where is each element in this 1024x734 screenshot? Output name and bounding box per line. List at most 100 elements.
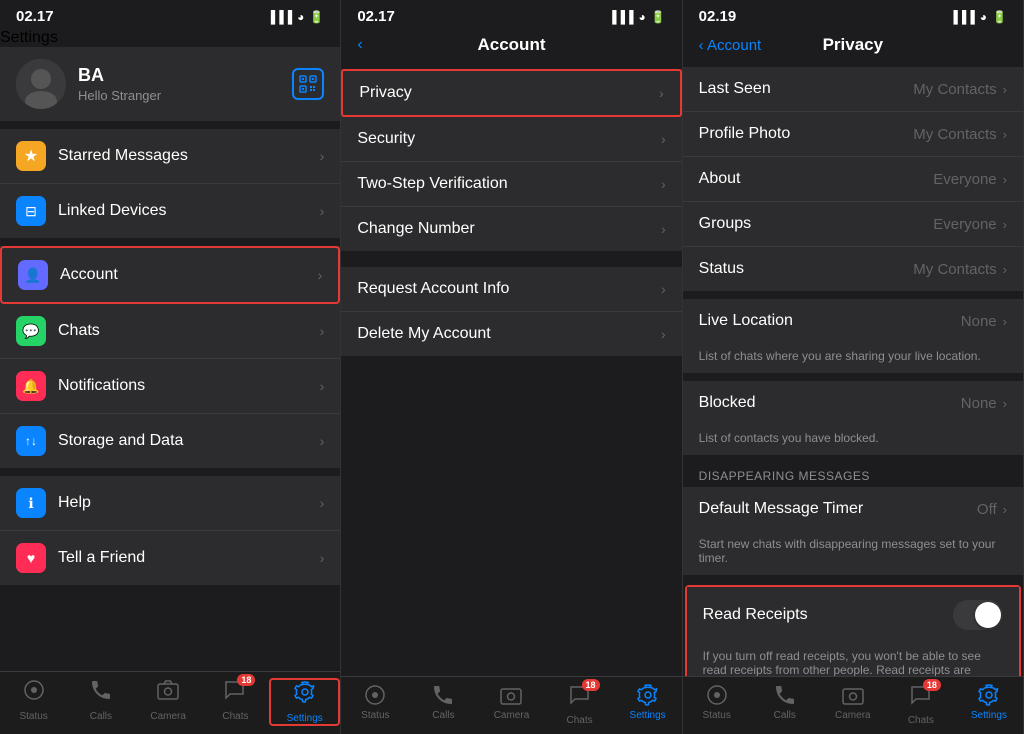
status-tab-icon (22, 678, 46, 708)
tell-friend-icon: ♥ (16, 543, 46, 573)
qr-icon[interactable] (292, 68, 324, 100)
privacy-item[interactable]: Privacy › (341, 69, 681, 117)
linked-devices-item[interactable]: ⊟ Linked Devices › (0, 184, 340, 238)
chevron-icon: › (318, 267, 323, 283)
chevron-icon: › (661, 281, 666, 297)
tab-calls-2[interactable]: Calls (409, 683, 477, 726)
blocked-subtext: List of contacts you have blocked. (683, 425, 1023, 455)
profile-row[interactable]: BA Hello Stranger (0, 47, 340, 121)
notifications-icon: 🔔 (16, 371, 46, 401)
camera-tab-label-2: Camera (494, 710, 530, 721)
tab-status-3[interactable]: Status (683, 683, 751, 726)
tab-settings[interactable]: Settings (269, 678, 340, 726)
profile-info: BA Hello Stranger (78, 65, 292, 103)
chevron-icon: › (661, 176, 666, 192)
nav-title-privacy: Privacy (823, 35, 884, 55)
message-timer-item[interactable]: Default Message Timer Off › (683, 487, 1023, 531)
chats-tab-label-3: Chats (908, 715, 934, 726)
chats-label: Chats (58, 322, 320, 340)
disappearing-header: DISAPPEARING MESSAGES (683, 463, 1023, 487)
linked-devices-icon: ⊟ (16, 196, 46, 226)
wifi-icon: ◕ (980, 10, 987, 24)
status-bar-2: 02.17 ▐▐▐ ◕ 🔋 (341, 0, 681, 29)
profile-photo-item[interactable]: Profile Photo My Contacts › (683, 112, 1023, 157)
tab-settings-2[interactable]: Settings (614, 683, 682, 726)
two-step-label: Two-Step Verification (357, 175, 661, 193)
chevron-icon: › (320, 378, 325, 394)
tab-chats-2[interactable]: 18 Chats (546, 683, 614, 726)
nav-bar-3: ‹ Account Privacy (683, 29, 1023, 61)
storage-item[interactable]: ↑↓ Storage and Data › (0, 414, 340, 468)
chevron-icon: › (320, 495, 325, 511)
change-number-item[interactable]: Change Number › (341, 207, 681, 251)
status-item[interactable]: Status My Contacts › (683, 247, 1023, 291)
account-section-2: Request Account Info › Delete My Account… (341, 267, 681, 356)
status-icons-3: ▐▐▐ ◕ 🔋 (949, 10, 1007, 24)
groups-value: Everyone (933, 216, 996, 233)
live-location-value: None (961, 313, 997, 330)
tab-calls-3[interactable]: Calls (751, 683, 819, 726)
help-label: Help (58, 494, 320, 512)
two-step-item[interactable]: Two-Step Verification › (341, 162, 681, 207)
last-seen-item[interactable]: Last Seen My Contacts › (683, 67, 1023, 112)
blocked-item[interactable]: Blocked None › (683, 381, 1023, 425)
last-seen-label: Last Seen (699, 80, 914, 98)
about-label: About (699, 170, 934, 188)
read-receipts-row[interactable]: Read Receipts (687, 587, 1019, 643)
status-icons-2: ▐▐▐ ◕ 🔋 (608, 10, 666, 24)
battery-icon: 🔋 (651, 10, 666, 24)
panel3-privacy: 02.19 ▐▐▐ ◕ 🔋 ‹ Account Privacy Last See… (683, 0, 1024, 734)
page-title-settings: Settings (0, 29, 340, 47)
groups-label: Groups (699, 215, 934, 233)
tab-camera-2[interactable]: Camera (477, 683, 545, 726)
notifications-item[interactable]: 🔔 Notifications › (0, 359, 340, 414)
groups-item[interactable]: Groups Everyone › (683, 202, 1023, 247)
starred-messages-item[interactable]: ★ Starred Messages › (0, 129, 340, 184)
profile-name: BA (78, 65, 292, 86)
privacy-list: Last Seen My Contacts › Profile Photo My… (683, 61, 1023, 676)
chats-item[interactable]: 💬 Chats › (0, 304, 340, 359)
tab-settings-3[interactable]: Settings (955, 683, 1023, 726)
live-location-item[interactable]: Live Location None › (683, 299, 1023, 343)
request-info-item[interactable]: Request Account Info › (341, 267, 681, 312)
security-label: Security (357, 130, 661, 148)
message-timer-label: Default Message Timer (699, 500, 977, 518)
profile-photo-value: My Contacts (913, 126, 996, 143)
blocked-label: Blocked (699, 394, 961, 412)
tell-friend-item[interactable]: ♥ Tell a Friend › (0, 531, 340, 585)
tab-status-2[interactable]: Status (341, 683, 409, 726)
notifications-label: Notifications (58, 377, 320, 395)
chats-badge-3: 18 (923, 679, 941, 691)
tab-chats[interactable]: 18 Chats (202, 678, 269, 726)
tab-status[interactable]: Status (0, 678, 67, 726)
tab-bar-3: Status Calls Camera 18 Chats Settings (683, 676, 1023, 734)
back-button-3[interactable]: ‹ Account (699, 37, 762, 54)
delete-account-item[interactable]: Delete My Account › (341, 312, 681, 356)
account-item[interactable]: 👤 Account › (0, 246, 340, 304)
live-location-label: Live Location (699, 312, 961, 330)
status-tab-label: Status (19, 711, 47, 722)
help-item[interactable]: ℹ Help › (0, 476, 340, 531)
settings-tab-icon (293, 680, 317, 710)
chevron-icon: › (1003, 172, 1007, 187)
privacy-group-1: Last Seen My Contacts › Profile Photo My… (683, 67, 1023, 291)
status-tab-label-3: Status (703, 710, 731, 721)
tab-calls[interactable]: Calls (67, 678, 134, 726)
chats-tab-label: Chats (222, 711, 248, 722)
security-item[interactable]: Security › (341, 117, 681, 162)
about-item[interactable]: About Everyone › (683, 157, 1023, 202)
status-time-2: 02.17 (357, 8, 395, 25)
camera-tab-icon (156, 678, 180, 708)
back-button-2[interactable]: ‹ (357, 36, 362, 54)
tab-bar-1: Status Calls Camera 18 Chats Setting (0, 671, 340, 734)
status-value: My Contacts (913, 261, 996, 278)
settings-section-2: 👤 Account › 💬 Chats › 🔔 Notifications › … (0, 246, 340, 468)
nav-bar-2: ‹ Account (341, 29, 681, 61)
read-receipts-toggle[interactable] (953, 600, 1003, 630)
tab-camera-3[interactable]: Camera (819, 683, 887, 726)
status-time-3: 02.19 (699, 8, 737, 25)
disappearing-group: Default Message Timer Off › Start new ch… (683, 487, 1023, 575)
tab-camera[interactable]: Camera (135, 678, 202, 726)
tab-chats-3[interactable]: 18 Chats (887, 683, 955, 726)
signal-icon: ▐▐▐ (267, 10, 293, 24)
